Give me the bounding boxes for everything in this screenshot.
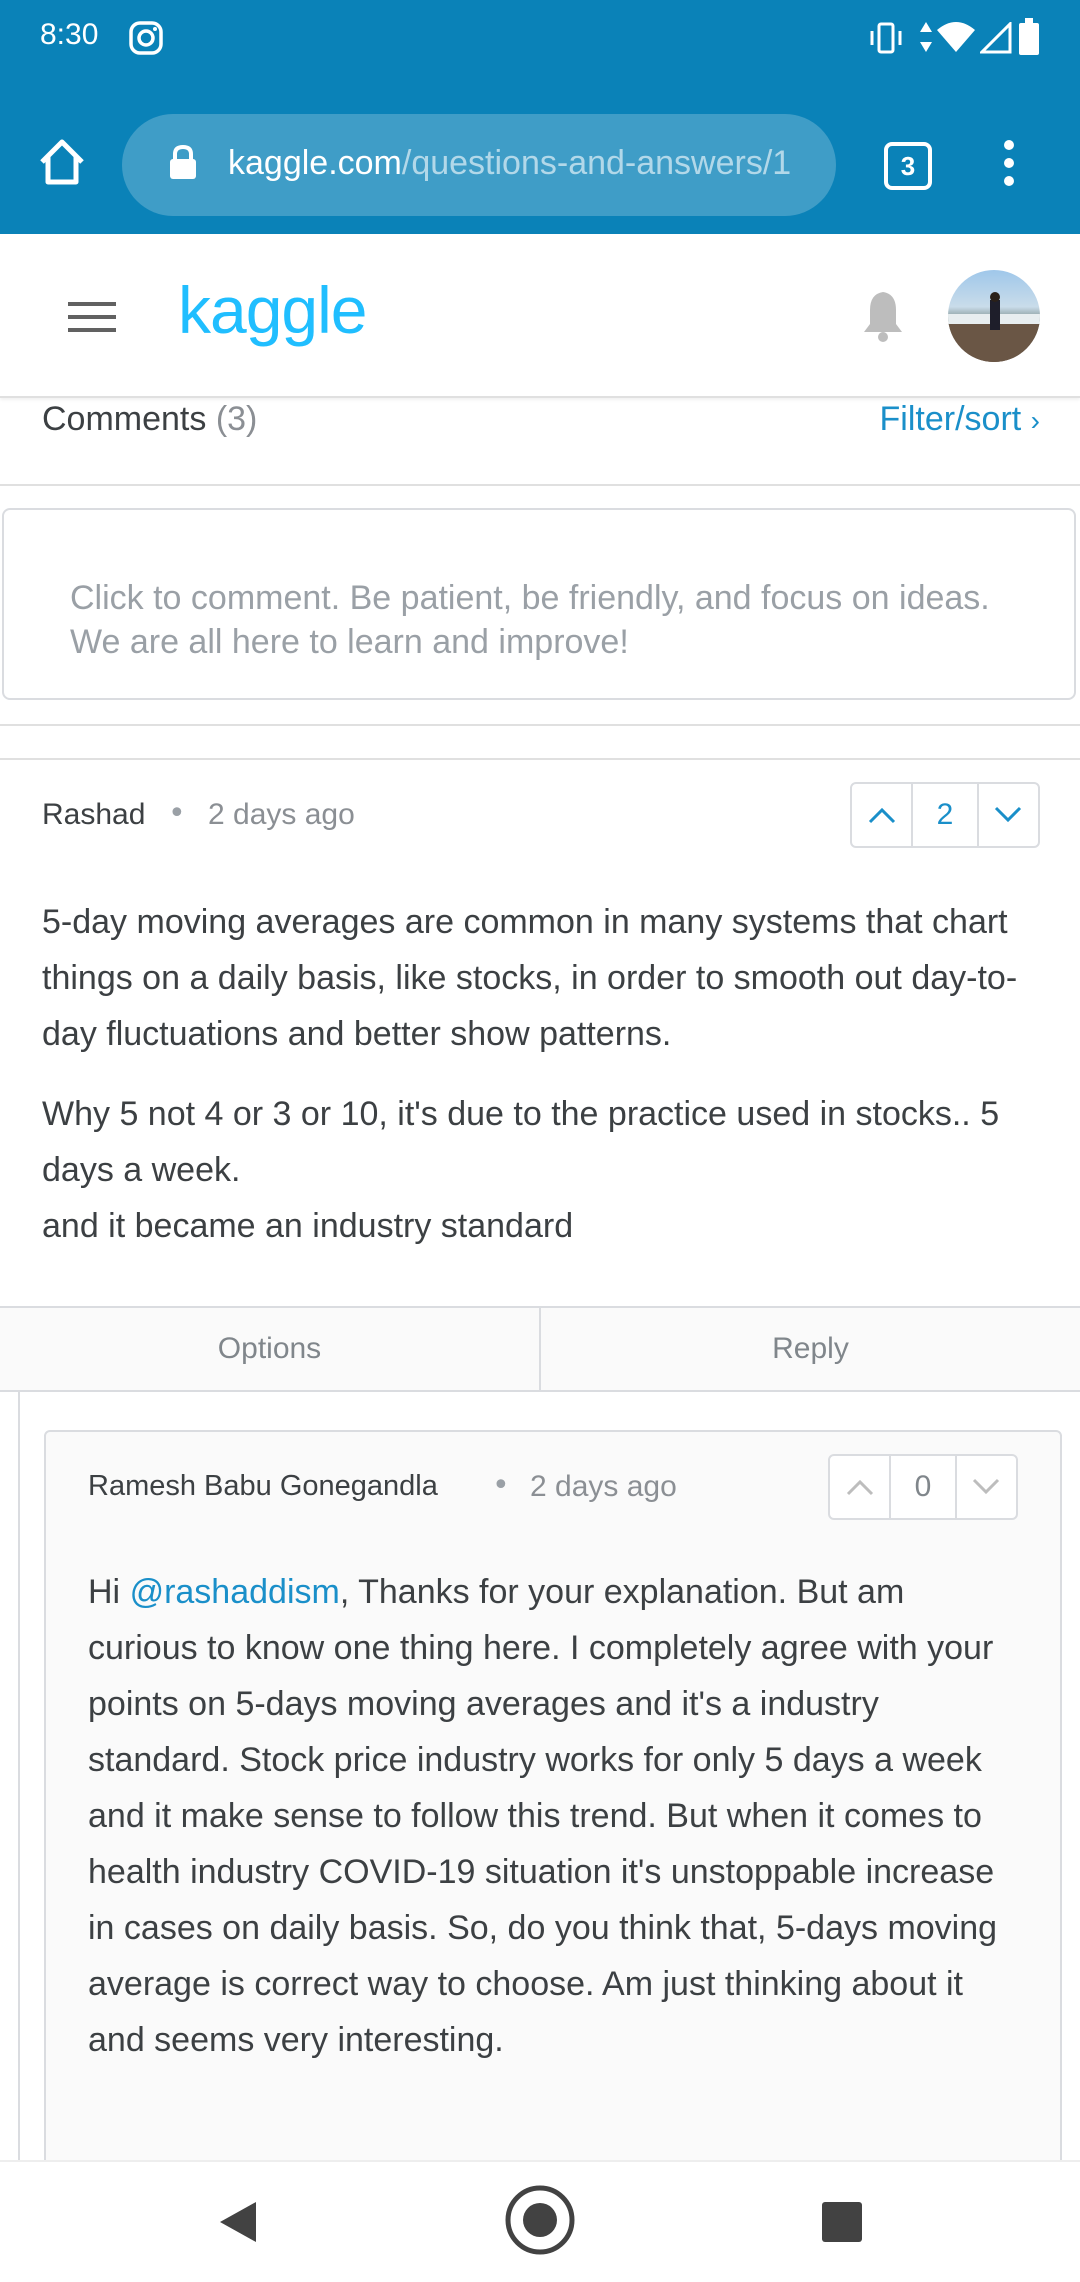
chevron-up-icon	[846, 1479, 873, 1496]
comment-input[interactable]: Click to comment. Be patient, be friendl…	[2, 508, 1076, 700]
user-avatar[interactable]	[948, 270, 1040, 362]
hamburger-menu-icon[interactable]	[68, 300, 116, 338]
comment-timestamp: 2 days ago	[530, 1470, 677, 1503]
home-circle-icon[interactable]	[504, 2184, 576, 2260]
thread-line	[18, 1390, 20, 2160]
battery-icon	[1018, 18, 1040, 60]
cell-signal-icon	[978, 20, 1012, 58]
lock-icon	[168, 144, 198, 184]
status-time: 8:30	[40, 18, 99, 51]
options-button[interactable]: Options	[0, 1308, 541, 1390]
comment-line: and it became an industry standard	[42, 1207, 574, 1245]
back-icon[interactable]	[218, 2200, 258, 2248]
url-bar[interactable]: kaggle.com/questions-and-answers/1	[122, 114, 836, 216]
reply-button[interactable]: Reply	[541, 1308, 1080, 1390]
vote-control: 0	[828, 1454, 1018, 1520]
vote-count: 2	[911, 784, 979, 846]
upvote-button[interactable]	[830, 1456, 889, 1518]
divider	[0, 724, 1080, 726]
vote-control: 2	[850, 782, 1040, 848]
browser-toolbar: kaggle.com/questions-and-answers/1 3	[0, 78, 1080, 234]
comment-author[interactable]: Rashad	[42, 798, 145, 832]
reply-comment-card: Ramesh Babu Gonegandla • 2 days ago 0 Hi…	[44, 1430, 1062, 2190]
url-text: kaggle.com/questions-and-answers/1	[228, 144, 818, 183]
separator-dot: •	[492, 1468, 510, 1503]
comments-title-label: Comments	[42, 400, 207, 438]
downvote-button[interactable]	[979, 784, 1038, 846]
comment-timestamp: 2 days ago	[208, 798, 355, 831]
url-domain: kaggle.com	[228, 144, 402, 182]
comment-paragraph: 5-day moving averages are common in many…	[42, 903, 1018, 1053]
comments-title: Comments (3)	[42, 400, 257, 439]
comment-body: 5-day moving averages are common in many…	[42, 894, 1042, 1254]
comment-author[interactable]: Ramesh Babu Gonegandla	[88, 1470, 438, 1503]
home-icon[interactable]	[36, 136, 88, 192]
divider	[0, 758, 1080, 760]
comment-text: , Thanks for your explanation. But am cu…	[88, 1573, 998, 2059]
recents-icon[interactable]	[822, 2202, 862, 2246]
comments-count: (3)	[215, 400, 258, 438]
comment-paragraph: Why 5 not 4 or 3 or 10, it's due to the …	[42, 1086, 1042, 1254]
comment-actions: Options Reply	[0, 1306, 1080, 1392]
upvote-button[interactable]	[852, 784, 911, 846]
comment-body: Hi @rashaddism, Thanks for your explanat…	[88, 1564, 1018, 2068]
comment-line: Why 5 not 4 or 3 or 10, it's due to the …	[42, 1095, 1000, 1189]
chevron-up-icon	[868, 807, 895, 824]
chevron-down-icon	[995, 806, 1022, 823]
filter-sort-label: Filter/sort	[879, 400, 1022, 438]
status-bar: 8:30	[0, 0, 1080, 78]
chevron-right-icon: ›	[1030, 405, 1040, 436]
instagram-icon	[128, 20, 164, 60]
wifi-icon	[936, 20, 976, 58]
site-header: kaggle	[0, 234, 1080, 398]
data-arrows-icon	[918, 20, 934, 58]
separator-dot: •	[168, 796, 186, 831]
comment-placeholder: Click to comment. Be patient, be friendl…	[70, 579, 990, 661]
chevron-down-icon	[973, 1478, 1000, 1495]
downvote-button[interactable]	[957, 1456, 1016, 1518]
greeting-text: Hi	[88, 1573, 130, 1611]
vibrate-icon	[868, 22, 904, 58]
tab-switcher-button[interactable]: 3	[884, 142, 932, 190]
comments-header: Comments (3) Filter/sort ›	[0, 396, 1080, 486]
filter-sort-button[interactable]: Filter/sort ›	[880, 400, 1040, 439]
more-vert-icon[interactable]	[1000, 138, 1018, 192]
kaggle-logo[interactable]: kaggle	[178, 272, 367, 348]
notification-bell-icon[interactable]	[858, 288, 908, 348]
url-path: /questions-and-answers/1	[401, 144, 792, 182]
vote-count: 0	[889, 1456, 957, 1518]
user-mention-link[interactable]: @rashaddism	[130, 1573, 340, 1611]
system-nav-bar	[0, 2160, 1080, 2282]
